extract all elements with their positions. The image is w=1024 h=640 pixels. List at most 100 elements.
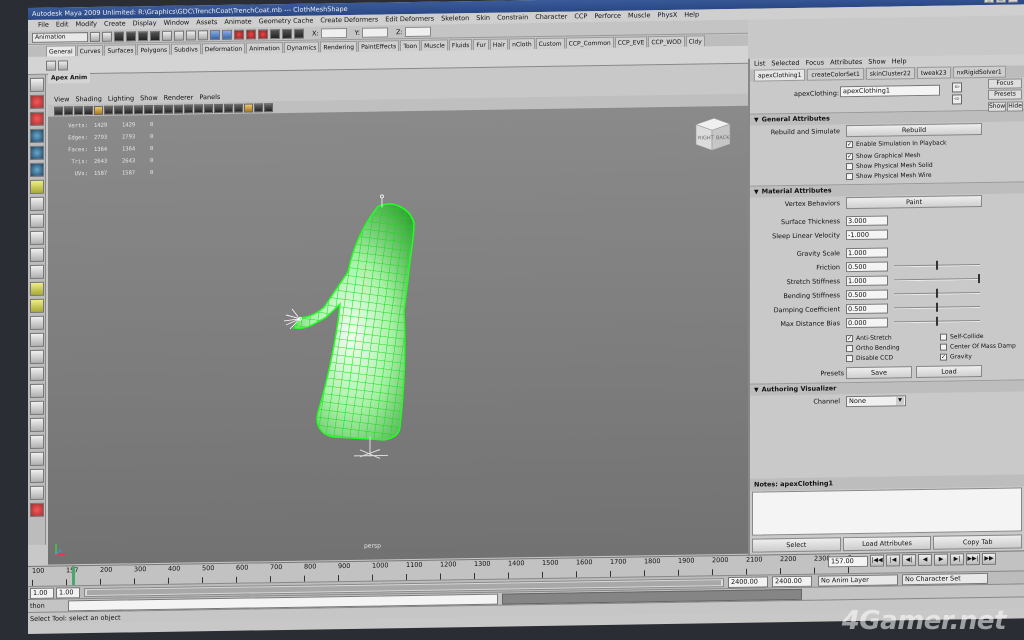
aa-icon[interactable] <box>264 102 273 112</box>
load-attributes-button[interactable]: Load Attributes <box>842 535 932 552</box>
layout-custom-icon[interactable] <box>30 383 44 398</box>
attr-menu-attributes[interactable]: Attributes <box>830 57 862 69</box>
paint-button[interactable]: Paint <box>846 195 982 210</box>
menu-set-selector[interactable]: Animation <box>32 31 88 43</box>
shelf-tab-dynamics[interactable]: Dynamics <box>283 41 320 53</box>
attr-menu-list[interactable]: List <box>754 58 765 69</box>
layout-custom-icon[interactable] <box>30 349 44 364</box>
bending-stiffness-field[interactable]: 0.500 <box>846 289 888 301</box>
menu-perforce[interactable]: Perforce <box>594 11 621 22</box>
shelf-item-icon[interactable] <box>46 60 56 71</box>
go-to-end-button[interactable]: ▶▶ <box>982 552 996 566</box>
center-mass-damp-checkbox[interactable]: Center Of Mass Damp <box>940 342 1016 351</box>
tool-settings-icon[interactable] <box>282 28 292 39</box>
friction-field[interactable]: 0.500 <box>846 261 888 273</box>
use-lights-icon[interactable] <box>204 103 213 113</box>
menu-assets[interactable]: Assets <box>196 17 217 28</box>
camera-select-icon[interactable] <box>54 105 63 116</box>
layout-custom-icon[interactable] <box>30 468 44 483</box>
layout-four-icon[interactable] <box>30 230 44 245</box>
current-frame-field[interactable]: 157.00 <box>828 555 868 567</box>
shelf-tab-ccp-common[interactable]: CCP_Common <box>565 36 614 49</box>
layout-custom-icon[interactable] <box>30 485 44 500</box>
paint-select-icon[interactable] <box>30 111 44 126</box>
disable-ccd-checkbox[interactable]: Disable CCD <box>846 354 893 363</box>
manipulator-icon[interactable] <box>30 179 44 194</box>
layout-custom-icon[interactable] <box>30 417 44 432</box>
shelf-tab-ccp-eve[interactable]: CCP_EVE <box>614 36 648 48</box>
shelf-tab-cldy[interactable]: Cldy <box>685 35 705 47</box>
shelf-tab-deformation[interactable]: Deformation <box>201 42 246 55</box>
show-button[interactable]: Show <box>988 101 1007 112</box>
shelf-tab-surfaces[interactable]: Surfaces <box>104 44 137 56</box>
shelf-tab-curves[interactable]: Curves <box>76 44 104 57</box>
viewport-persp[interactable]: Verts: 1429 1429 0 Edges: 2793 2793 0 Faces: 13… <box>48 105 748 565</box>
menu-character[interactable]: Character <box>535 12 567 24</box>
notes-textarea[interactable] <box>752 487 1022 536</box>
rebuild-button[interactable]: Rebuild <box>846 123 982 138</box>
menu-window[interactable]: Window <box>164 17 190 28</box>
start-time-field[interactable]: 1.00 <box>30 587 54 599</box>
shelf-tab-fluids[interactable]: Fluids <box>448 39 473 51</box>
field-chart-icon[interactable] <box>134 104 143 114</box>
select-component-icon[interactable] <box>150 30 160 41</box>
image-plane-icon[interactable] <box>84 105 93 115</box>
menu-physx[interactable]: PhysX <box>658 10 678 21</box>
last-tool-icon[interactable] <box>30 196 44 211</box>
stretch-stiffness-field[interactable]: 1.000 <box>846 275 888 287</box>
input-output-icon[interactable] <box>222 29 232 40</box>
copy-tab-button[interactable]: Copy Tab <box>933 534 1023 550</box>
textured-icon[interactable] <box>194 103 203 113</box>
stretch-stiffness-slider[interactable] <box>894 274 980 284</box>
layout-custom-icon[interactable] <box>30 400 44 415</box>
current-time-marker[interactable] <box>72 566 75 586</box>
bending-stiffness-slider[interactable] <box>894 288 980 298</box>
shadows-icon[interactable] <box>214 103 223 113</box>
minimize-button[interactable]: _ <box>984 0 994 3</box>
lasso-tool-icon[interactable] <box>30 94 44 109</box>
layout-outliner-icon[interactable] <box>30 264 44 279</box>
rotate-tool-icon[interactable] <box>30 145 44 160</box>
shelf-tab-fur[interactable]: Fur <box>473 38 489 51</box>
menu-skin[interactable]: Skin <box>476 13 490 24</box>
load-preset-button[interactable]: Load <box>916 365 982 379</box>
end-time-field[interactable]: 2400.00 <box>772 575 812 588</box>
show-graphical-mesh-checkbox[interactable]: ✓ Show Graphical Mesh <box>846 152 921 161</box>
shelf-tab-ncloth[interactable]: nCloth <box>509 38 535 50</box>
select-tool-icon[interactable] <box>30 77 44 92</box>
play-backwards-button[interactable]: ◀ <box>918 553 932 567</box>
shelf-tab-rendering[interactable]: Rendering <box>320 40 358 53</box>
go-to-input-icon[interactable]: ⇦ <box>952 82 962 93</box>
menu-skeleton[interactable]: Skeleton <box>441 13 469 24</box>
wireframe-on-shaded-icon[interactable] <box>184 103 193 114</box>
trench-coat-mesh[interactable] <box>48 106 748 565</box>
node-name-field[interactable]: apexClothing1 <box>840 84 940 98</box>
anti-stretch-checkbox[interactable]: ✓ Anti-Stretch <box>846 334 892 343</box>
attr-menu-help[interactable]: Help <box>892 56 907 67</box>
coord-x-field[interactable] <box>320 27 347 38</box>
shelf-tab-custom[interactable]: Custom <box>535 37 565 50</box>
save-preset-button[interactable]: Save <box>846 366 912 380</box>
attr-menu-show[interactable]: Show <box>868 57 886 68</box>
damping-coefficient-slider[interactable] <box>894 302 980 312</box>
snap-grid-icon[interactable] <box>162 30 172 41</box>
channel-box-icon[interactable] <box>294 28 304 39</box>
friction-slider[interactable] <box>894 260 980 270</box>
sidebar-toggle-icon[interactable] <box>270 28 280 39</box>
play-forwards-button[interactable]: ▶ <box>934 553 948 566</box>
close-button[interactable]: × <box>1008 0 1018 3</box>
shelf-item-icon[interactable] <box>58 59 68 71</box>
node-tab-apexclothing1[interactable]: apexClothing1 <box>754 68 806 82</box>
attr-menu-selected[interactable]: Selected <box>771 58 799 69</box>
shelf-tab-polygons[interactable]: Polygons <box>137 43 171 56</box>
hide-button[interactable]: Hide <box>1007 101 1023 112</box>
step-back-key-button[interactable]: |◀ <box>886 554 900 567</box>
shelf-tab-animation[interactable]: Animation <box>246 41 283 54</box>
render-frame-icon[interactable] <box>234 29 244 40</box>
new-scene-icon[interactable] <box>90 31 100 42</box>
panel-menu-lighting[interactable]: Lighting <box>108 93 134 103</box>
gate-mask-icon[interactable] <box>124 104 133 114</box>
friction-slider-knob[interactable] <box>936 260 938 270</box>
xray-icon[interactable] <box>224 103 233 113</box>
collapse-arrow-icon[interactable]: ▼ <box>754 187 759 198</box>
